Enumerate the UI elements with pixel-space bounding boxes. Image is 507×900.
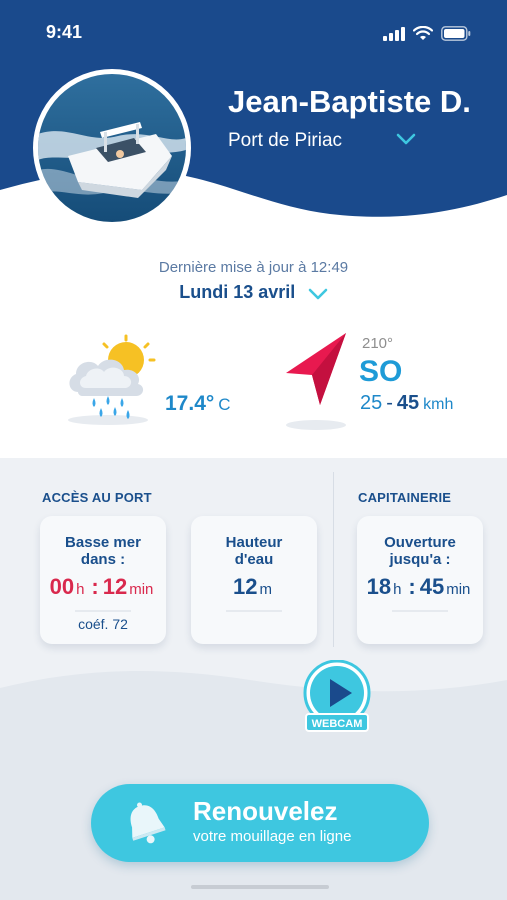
opening-hours: 18: [366, 574, 392, 599]
temperature: 17.4° C: [165, 392, 231, 416]
low-tide-title-line2: dans :: [80, 551, 126, 568]
boat-avatar[interactable]: [33, 69, 191, 227]
low-tide-separator: :: [91, 574, 99, 599]
wifi-icon: [413, 26, 433, 40]
cta-subtitle: votre mouillage en ligne: [193, 828, 352, 845]
water-height-number: 12: [233, 574, 258, 599]
webcam-button[interactable]: WEBCAM: [302, 659, 372, 734]
date-selector[interactable]: Lundi 13 avril: [0, 282, 507, 303]
bell-icon: [130, 802, 166, 844]
wind-speed-dash: -: [386, 392, 393, 414]
rain-sun-cloud-icon: [68, 334, 156, 425]
port-selector[interactable]: Port de Piriac: [228, 130, 416, 152]
wind-speed-min: 25: [360, 392, 383, 414]
water-height-title-line1: Hauteur: [225, 534, 283, 551]
profile-header: 9:41 Jean-Baptiste D. Port de Piriac: [0, 0, 507, 240]
low-tide-card[interactable]: Basse mer dans : 00 h:12 min coéf. 72: [40, 516, 166, 644]
low-tide-minutes: 12: [102, 574, 128, 599]
opening-hours-card[interactable]: Ouverture jusqu'a : 18 h:45 min: [357, 516, 483, 644]
card-divider: [75, 610, 131, 612]
battery-icon: [441, 26, 471, 41]
opening-hours-unit: h: [393, 581, 402, 598]
port-access-title: ACCÈS AU PORT: [42, 490, 152, 505]
card-divider: [226, 610, 282, 612]
renew-mooring-button[interactable]: Renouvelez votre mouillage en ligne: [91, 784, 429, 862]
low-tide-hours: 00: [49, 574, 75, 599]
opening-separator: :: [408, 574, 416, 599]
water-height-value: 12 m: [191, 574, 317, 600]
low-tide-minutes-unit: min: [129, 581, 154, 598]
low-tide-countdown: 00 h:12 min: [40, 574, 166, 600]
user-name: Jean-Baptiste D.: [228, 84, 471, 119]
opening-title-line1: Ouverture: [384, 534, 456, 551]
water-height-unit: m: [259, 581, 272, 598]
panel-wave-background: [0, 670, 507, 900]
last-update-text: Dernière mise à jour à 12:49: [158, 259, 349, 276]
temperature-value: 17.4°: [165, 392, 215, 415]
home-indicator[interactable]: [191, 885, 329, 889]
water-height-title: Hauteur d'eau: [191, 534, 317, 568]
low-tide-title: Basse mer dans :: [40, 534, 166, 568]
wind-degrees: 210°: [362, 335, 394, 352]
opening-time: 18 h:45 min: [357, 574, 483, 600]
harbor-office-title: CAPITAINERIE: [358, 490, 452, 505]
chevron-down-icon[interactable]: [396, 132, 416, 146]
card-divider: [392, 610, 448, 612]
signal-icon: [383, 26, 405, 41]
play-icon: WEBCAM: [303, 659, 371, 732]
chevron-down-icon[interactable]: [308, 287, 328, 301]
status-icons: [383, 26, 471, 41]
wind-arrow-icon: [286, 333, 346, 430]
cta-title: Renouvelez: [193, 796, 338, 826]
port-name: Port de Piriac: [228, 130, 343, 151]
opening-title-line2: jusqu'a :: [389, 551, 451, 568]
wind-direction: SO: [359, 355, 403, 388]
date-label: Lundi 13 avril: [179, 282, 296, 302]
webcam-label: WEBCAM: [312, 718, 363, 730]
section-divider: [333, 472, 334, 647]
water-height-title-line2: d'eau: [234, 551, 274, 568]
low-tide-hours-unit: h: [76, 581, 85, 598]
opening-title: Ouverture jusqu'a :: [357, 534, 483, 568]
wind-speed-max: 45: [396, 392, 420, 414]
temperature-unit: C: [218, 395, 231, 414]
water-height-card[interactable]: Hauteur d'eau 12 m: [191, 516, 317, 644]
low-tide-title-line1: Basse mer: [65, 534, 141, 551]
opening-minutes-unit: min: [446, 581, 471, 598]
opening-minutes: 45: [419, 574, 445, 599]
wind-speed: 25-45 kmh: [360, 392, 453, 415]
boat-photo: [38, 74, 186, 222]
status-time: 9:41: [46, 22, 83, 42]
status-bar: 9:41: [0, 22, 507, 46]
wind-speed-unit: kmh: [423, 396, 454, 413]
tide-coefficient: coéf. 72: [78, 616, 128, 632]
